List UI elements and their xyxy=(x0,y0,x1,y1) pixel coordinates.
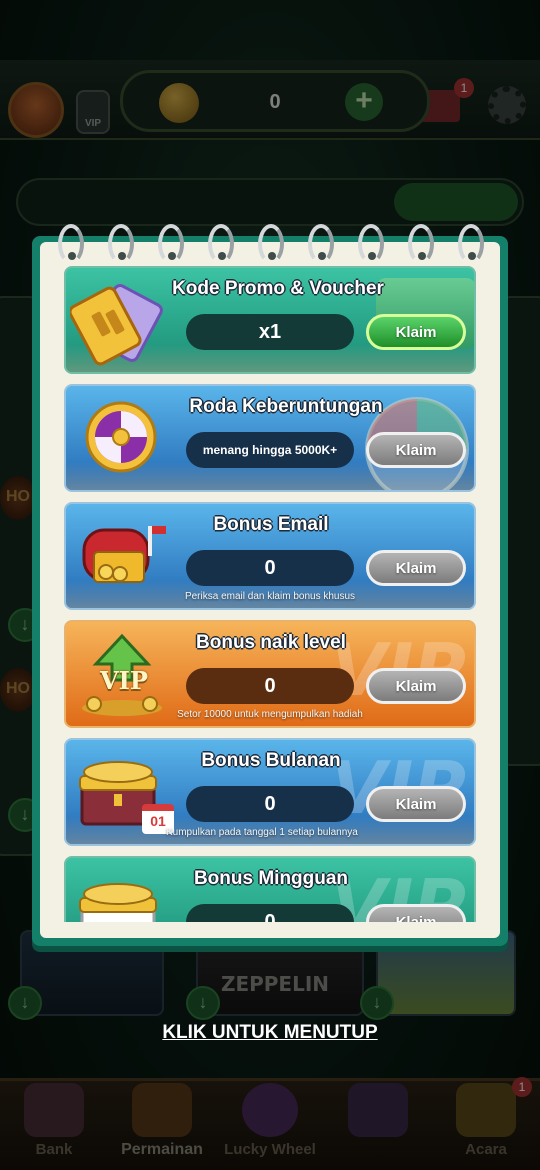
binder-ring xyxy=(108,224,134,264)
lucky-wheel-card: Roda Keberuntungan menang hingga 5000K+ … xyxy=(64,384,476,492)
card-note: Setor 10000 untuk mengumpulkan hadiah xyxy=(177,709,363,720)
binder-ring xyxy=(208,224,234,264)
weekly-bonus-value: 0 xyxy=(186,904,354,922)
monthly-bonus-card: VIP 01 Bonus Bulanan 0 Klaim Kumpulkan p… xyxy=(64,738,476,846)
level-up-bonus-card: VIP VIP Bonus naik level 0 Klaim Setor 1… xyxy=(64,620,476,728)
card-title: Bonus Email xyxy=(213,514,329,535)
wheel-prize-text: menang hingga 5000K+ xyxy=(186,432,354,468)
promo-voucher-card: Kode Promo & Voucher x1 Klaim xyxy=(64,266,476,374)
card-title: Kode Promo & Voucher xyxy=(172,278,384,299)
level-bonus-value: 0 xyxy=(186,668,354,704)
voucher-count: x1 xyxy=(186,314,354,350)
ticket-icon xyxy=(70,284,163,366)
vip-icon-text: VIP xyxy=(100,666,148,695)
bonus-modal: Kode Promo & Voucher x1 Klaim Roda Keber… xyxy=(32,224,508,946)
binder-ring xyxy=(308,224,334,264)
binder-ring xyxy=(358,224,384,264)
card-title: Bonus Mingguan xyxy=(193,868,349,889)
claim-button[interactable]: Klaim xyxy=(366,314,466,350)
claim-button[interactable]: Klaim xyxy=(366,550,466,586)
binder-ring xyxy=(158,224,184,264)
wheel-icon xyxy=(85,401,157,473)
card-note: Periksa email dan klaim bonus khusus xyxy=(184,591,356,602)
notebook-page: Kode Promo & Voucher x1 Klaim Roda Keber… xyxy=(40,224,500,938)
monthly-bonus-value: 0 xyxy=(186,786,354,822)
email-bonus-card: Bonus Email 0 Klaim Periksa email dan kl… xyxy=(64,502,476,610)
claim-button[interactable]: Klaim xyxy=(366,668,466,704)
binder-ring xyxy=(258,224,284,264)
binder-ring xyxy=(408,224,434,264)
claim-button[interactable]: Klaim xyxy=(366,786,466,822)
treasure-chest-icon xyxy=(79,883,157,922)
card-title: Bonus naik level xyxy=(196,632,346,653)
card-note: Kumpulkan pada tanggal 1 setiap bulannya xyxy=(166,827,358,838)
card-title: Bonus Bulanan xyxy=(201,750,341,771)
weekly-bonus-card: VIP Bonus Mingguan 0 Klaim xyxy=(64,856,476,922)
card-title: Roda Keberuntungan xyxy=(189,396,383,417)
claim-button[interactable]: Klaim xyxy=(366,904,466,922)
bonus-list[interactable]: Kode Promo & Voucher x1 Klaim Roda Keber… xyxy=(64,266,482,922)
email-bonus-value: 0 xyxy=(186,550,354,586)
mailbox-icon xyxy=(82,526,166,583)
claim-button[interactable]: Klaim xyxy=(366,432,466,468)
binder-ring xyxy=(458,224,484,264)
binder-ring xyxy=(58,224,84,264)
close-modal-link[interactable]: KLIK UNTUK MENUTUP xyxy=(0,1022,540,1044)
